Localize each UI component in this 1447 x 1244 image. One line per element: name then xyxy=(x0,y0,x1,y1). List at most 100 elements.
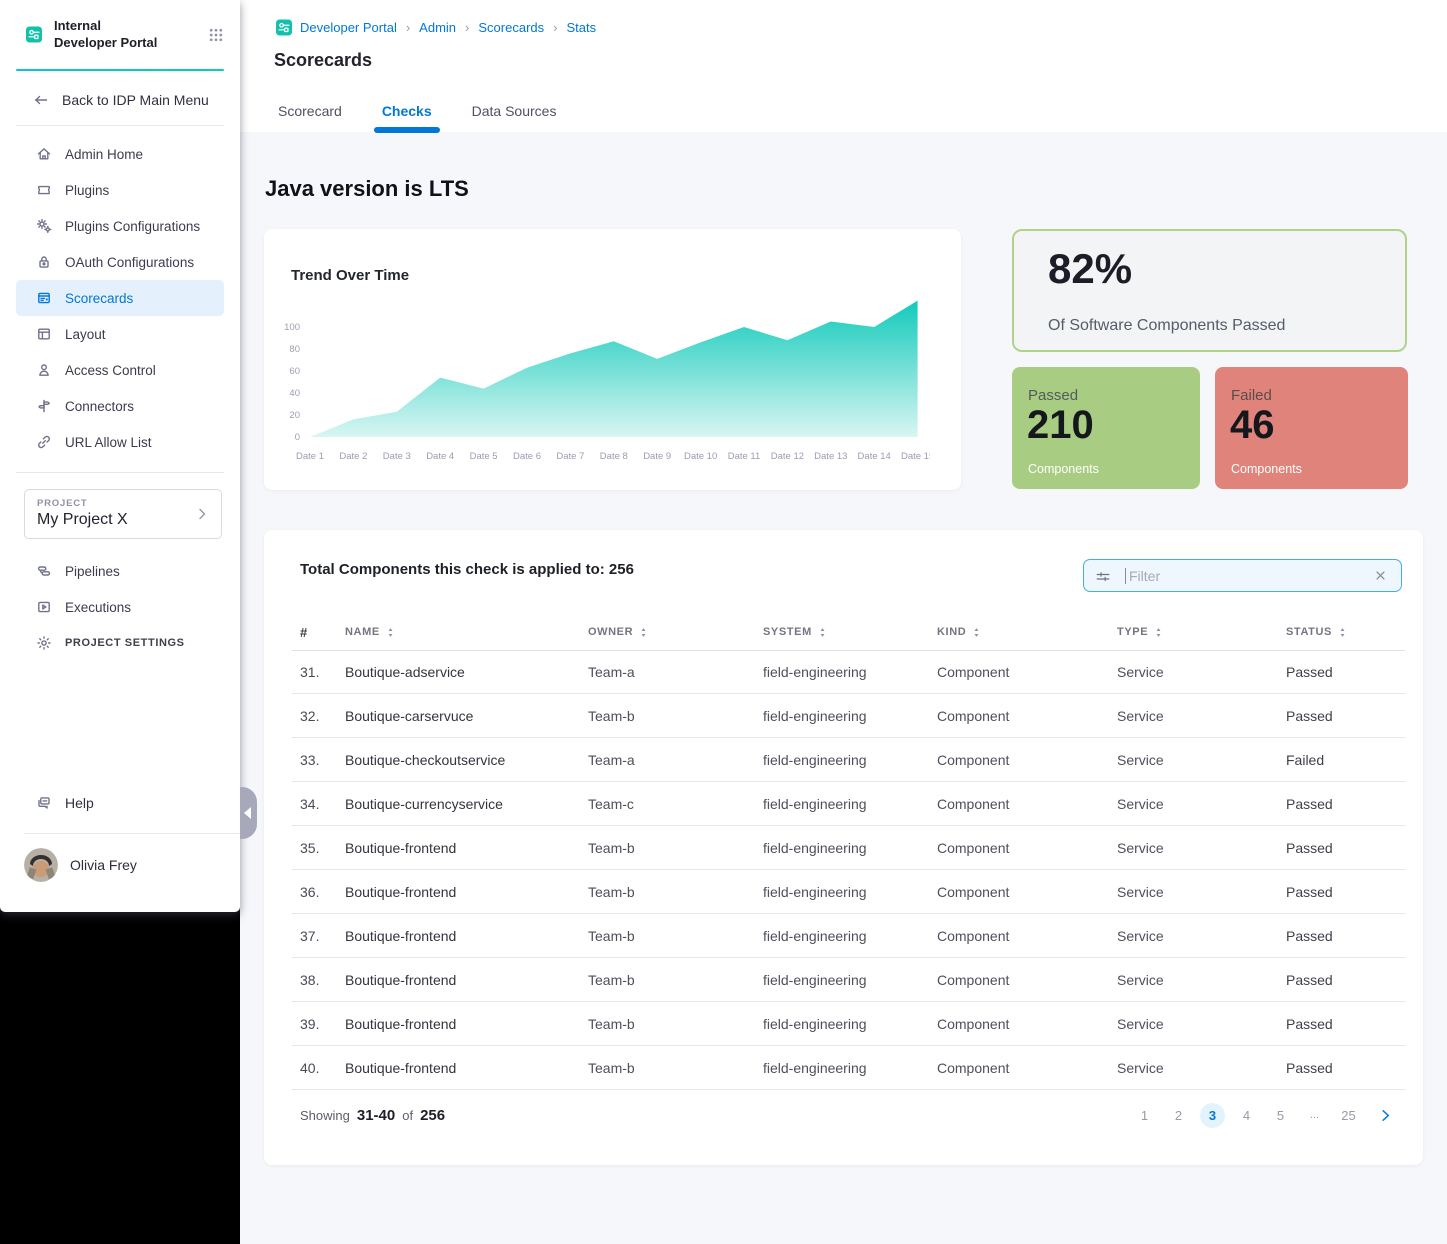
sort-icon[interactable] xyxy=(386,627,395,638)
failed-caption: Components xyxy=(1231,462,1302,476)
page-number-2[interactable]: 2 xyxy=(1166,1103,1191,1128)
cell-num: 38. xyxy=(300,972,345,988)
sidebar-item-url-allow-list[interactable]: URL Allow List xyxy=(16,424,224,460)
breadcrumb-separator-icon: › xyxy=(405,20,411,35)
column-header-type[interactable]: TYPE xyxy=(1117,626,1286,638)
passed-card: Passed 210 Components xyxy=(1012,367,1200,489)
column-header-kind[interactable]: KIND xyxy=(937,626,1117,638)
cell-type: Service xyxy=(1117,1016,1286,1032)
sidebar-item-plugins-configurations[interactable]: Plugins Configurations xyxy=(16,208,224,244)
breadcrumb-link-developer-portal[interactable]: Developer Portal xyxy=(300,20,397,35)
filter-sliders-icon[interactable] xyxy=(1095,568,1111,584)
sidebar-item-admin-home[interactable]: Admin Home xyxy=(16,136,224,172)
table-row[interactable]: 34.Boutique-currencyserviceTeam-cfield-e… xyxy=(264,782,1423,826)
next-page-icon[interactable] xyxy=(1378,1108,1393,1123)
column-header-system[interactable]: SYSTEM xyxy=(763,626,937,638)
sidebar-item-label: Layout xyxy=(65,327,106,342)
cell-owner: Team-b xyxy=(588,1060,763,1076)
breadcrumb-link-scorecards[interactable]: Scorecards xyxy=(478,20,544,35)
table-row[interactable]: 36.Boutique-frontendTeam-bfield-engineer… xyxy=(264,870,1423,914)
sidebar: Internal Developer Portal Back to IDP Ma… xyxy=(0,0,240,912)
page-number-25[interactable]: 25 xyxy=(1336,1103,1361,1128)
apps-grid-icon[interactable] xyxy=(208,25,224,45)
svg-text:Date 12: Date 12 xyxy=(771,451,804,462)
sidebar-item-access-control[interactable]: Access Control xyxy=(16,352,224,388)
close-icon[interactable] xyxy=(1373,568,1389,584)
tab-data-sources[interactable]: Data Sources xyxy=(470,95,559,132)
brand: Internal Developer Portal xyxy=(0,0,240,67)
executions-icon xyxy=(36,599,52,615)
showing-range: 31-40 xyxy=(357,1107,395,1124)
breadcrumb-link-stats[interactable]: Stats xyxy=(566,20,596,35)
back-to-main-menu[interactable]: Back to IDP Main Menu xyxy=(0,71,240,125)
sort-icon[interactable] xyxy=(1338,627,1347,638)
table-row[interactable]: 37.Boutique-frontendTeam-bfield-engineer… xyxy=(264,914,1423,958)
tab-checks[interactable]: Checks xyxy=(380,95,434,132)
sidebar-item-scorecards[interactable]: Scorecards xyxy=(16,280,224,316)
cell-owner: Team-c xyxy=(588,796,763,812)
sort-icon[interactable] xyxy=(818,627,827,638)
svg-text:Date 4: Date 4 xyxy=(426,451,454,462)
sidebar-item-pipelines[interactable]: Pipelines xyxy=(16,553,224,589)
page-number-5[interactable]: 5 xyxy=(1268,1103,1293,1128)
tab-scorecard[interactable]: Scorecard xyxy=(276,95,344,132)
help-item[interactable]: Help xyxy=(0,786,240,820)
svg-text:Date 5: Date 5 xyxy=(470,451,498,462)
cell-num: 32. xyxy=(300,708,345,724)
main-area: Developer Portal›Admin›Scorecards›Stats … xyxy=(240,0,1447,1244)
filter-input[interactable] xyxy=(1126,568,1373,584)
sidebar-item-label: Scorecards xyxy=(65,291,133,306)
sort-icon[interactable] xyxy=(1154,627,1163,638)
svg-text:Date 10: Date 10 xyxy=(684,451,717,462)
project-selector[interactable]: PROJECT My Project X xyxy=(24,489,222,539)
column-header-owner[interactable]: OWNER xyxy=(588,626,763,638)
svg-text:Date 6: Date 6 xyxy=(513,451,541,462)
cell-name: Boutique-carservuce xyxy=(345,708,588,724)
sidebar-collapse-handle[interactable] xyxy=(240,787,257,839)
cell-name: Boutique-checkoutservice xyxy=(345,752,588,768)
page-number-3[interactable]: 3 xyxy=(1200,1103,1225,1128)
table-row[interactable]: 35.Boutique-frontendTeam-bfield-engineer… xyxy=(264,826,1423,870)
cell-kind: Component xyxy=(937,752,1117,768)
sidebar-item-layout[interactable]: Layout xyxy=(16,316,224,352)
filter-box xyxy=(1083,559,1402,592)
page-number-4[interactable]: 4 xyxy=(1234,1103,1259,1128)
cell-num: 33. xyxy=(300,752,345,768)
table-header-row: #NAMEOWNERSYSTEMKINDTYPESTATUS xyxy=(264,614,1423,650)
sidebar-item-connectors[interactable]: Connectors xyxy=(16,388,224,424)
cell-num: 40. xyxy=(300,1060,345,1076)
svg-text:Date 8: Date 8 xyxy=(600,451,628,462)
divider xyxy=(16,472,224,473)
user-menu[interactable]: Olivia Frey xyxy=(0,834,240,882)
table-row[interactable]: 39.Boutique-frontendTeam-bfield-engineer… xyxy=(264,1002,1423,1046)
column-header-name[interactable]: NAME xyxy=(345,626,588,638)
sidebar-item-project-settings[interactable]: PROJECT SETTINGS xyxy=(16,625,224,661)
sidebar-item-label: URL Allow List xyxy=(65,435,152,450)
sidebar-item-label: Executions xyxy=(65,600,131,615)
sidebar-item-label: OAuth Configurations xyxy=(65,255,194,270)
column-header-status[interactable]: STATUS xyxy=(1286,626,1403,638)
sidebar-item-plugins[interactable]: Plugins xyxy=(16,172,224,208)
table-row[interactable]: 38.Boutique-frontendTeam-bfield-engineer… xyxy=(264,958,1423,1002)
table-row[interactable]: 40.Boutique-frontendTeam-bfield-engineer… xyxy=(264,1046,1423,1090)
cell-status: Passed xyxy=(1286,884,1403,900)
cell-owner: Team-b xyxy=(588,928,763,944)
breadcrumb-link-admin[interactable]: Admin xyxy=(419,20,456,35)
page-number-1[interactable]: 1 xyxy=(1132,1103,1157,1128)
sidebar-item-oauth-configurations[interactable]: OAuth Configurations xyxy=(16,244,224,280)
sidebar-item-executions[interactable]: Executions xyxy=(16,589,224,625)
admin-nav: Admin HomePluginsPlugins Configurations O… xyxy=(0,126,240,460)
percent-passed-card: 82% Of Software Components Passed xyxy=(1012,229,1407,352)
page-ellipsis: ... xyxy=(1302,1103,1327,1128)
cell-name: Boutique-frontend xyxy=(345,1060,588,1076)
table-row[interactable]: 32.Boutique-carservuceTeam-bfield-engine… xyxy=(264,694,1423,738)
cell-status: Failed xyxy=(1286,752,1403,768)
page-title: Scorecards xyxy=(274,50,372,71)
table-row[interactable]: 31.Boutique-adserviceTeam-afield-enginee… xyxy=(264,650,1423,694)
cell-num: 37. xyxy=(300,928,345,944)
sort-icon[interactable] xyxy=(639,627,648,638)
cell-system: field-engineering xyxy=(763,1016,937,1032)
failed-value: 46 xyxy=(1230,403,1275,448)
table-row[interactable]: 33.Boutique-checkoutserviceTeam-afield-e… xyxy=(264,738,1423,782)
sort-icon[interactable] xyxy=(972,627,981,638)
